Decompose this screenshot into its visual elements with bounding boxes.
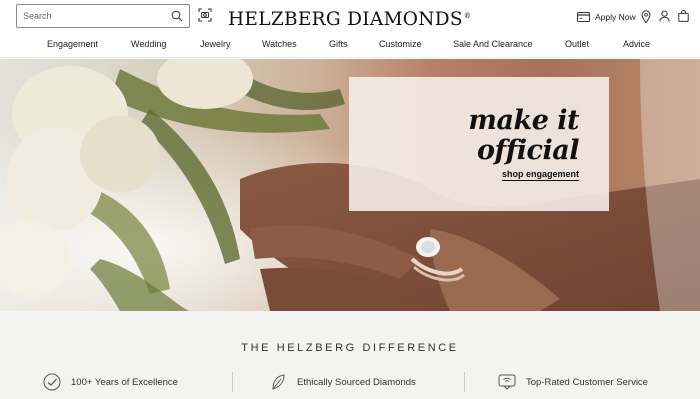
nav-item-watches[interactable]: Watches [262,39,297,49]
difference-title: THE HELZBERG DIFFERENCE [241,342,459,354]
nav-item-engagement[interactable]: Engagement [47,39,98,49]
brand-mark: ® [463,12,472,20]
feature-label: Top-Rated Customer Service [526,376,648,388]
nav-item-wedding[interactable]: Wedding [131,39,166,49]
feature-divider [232,372,233,392]
nav-item-jewelry[interactable]: Jewelry [200,39,231,49]
main-nav: Engagement Wedding Jewelry Watches Gifts… [0,35,700,55]
brand-name: HELZBERG DIAMONDS [228,9,463,31]
search-icon[interactable] [171,10,183,22]
promo-headline-line2: official [477,135,579,166]
feature-service: Top-Rated Customer Service [497,371,648,393]
feature-label: 100+ Years of Excellence [71,376,178,388]
feature-divider [464,372,465,392]
credit-card-icon [577,12,590,22]
check-badge-icon [43,373,61,391]
leaf-icon [272,374,285,390]
feature-excellence: 100+ Years of Excellence [42,371,178,393]
promo-panel: make it official shop engagement [349,77,609,211]
search-input[interactable] [23,8,163,24]
feature-ethical: Ethically Sourced Diamonds [268,371,416,393]
nav-item-sale-and-clearance[interactable]: Sale And Clearance [453,39,533,49]
promo-headline-line1: make it [468,105,579,136]
helzberg-difference-band: THE HELZBERG DIFFERENCE 100+ Years of Ex… [0,311,700,399]
feature-label: Ethically Sourced Diamonds [297,376,416,388]
store-locator-icon[interactable] [641,10,651,23]
shop-engagement-link[interactable]: shop engagement [501,169,579,181]
account-icon[interactable] [659,10,670,22]
top-header: HELZBERG DIAMONDS® Apply Now [0,0,700,31]
apply-now-label: Apply Now [595,12,636,22]
nav-item-advice[interactable]: Advice [623,39,650,49]
visual-search-icon[interactable] [198,8,212,22]
nav-item-customize[interactable]: Customize [379,39,422,49]
nav-item-outlet[interactable]: Outlet [565,39,589,49]
shopping-bag-icon[interactable] [678,10,689,22]
brand-logo[interactable]: HELZBERG DIAMONDS® [228,5,472,31]
apply-now-link[interactable]: Apply Now [577,10,636,24]
hero-banner[interactable]: make it official shop engagement [0,59,700,311]
nav-divider [0,57,700,58]
search-box[interactable] [16,4,190,28]
chat-bubble-icon [498,374,516,390]
nav-item-gifts[interactable]: Gifts [329,39,348,49]
